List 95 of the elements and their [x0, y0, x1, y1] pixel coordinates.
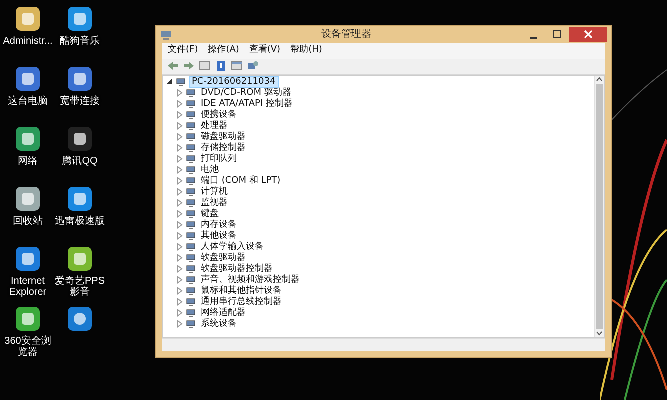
device-icon — [186, 254, 196, 262]
scan-hardware-icon[interactable] — [247, 60, 259, 72]
tree-item[interactable]: 软盘驱动器 — [199, 253, 248, 263]
desktop-icon-label: 网络 — [18, 156, 38, 167]
desktop-icon-label: Internet Explorer — [8, 276, 48, 298]
desktop-icon-label: 爱奇艺PPS 影音 — [54, 276, 106, 298]
collapsed-arrow-icon[interactable] — [176, 166, 183, 174]
device-icon — [186, 276, 196, 284]
device-icon — [186, 166, 196, 174]
collapsed-arrow-icon[interactable] — [176, 287, 183, 295]
device-icon — [186, 122, 196, 130]
device-icon — [186, 144, 196, 152]
window-title: 设备管理器 — [320, 28, 372, 42]
collapsed-arrow-icon[interactable] — [176, 89, 183, 97]
tree-item[interactable]: IDE ATA/ATAPI 控制器 — [199, 99, 295, 109]
desktop-icon-label: 回收站 — [13, 216, 43, 227]
tree-item[interactable]: 电池 — [199, 165, 221, 175]
close-icon — [584, 30, 592, 39]
device-icon — [186, 100, 196, 108]
help-icon[interactable] — [215, 60, 227, 72]
device-icon — [186, 286, 196, 296]
device-icon — [186, 176, 196, 186]
properties-icon[interactable] — [199, 60, 211, 72]
desktop-icon-label: 酷狗音乐 — [60, 36, 100, 47]
device-icon — [186, 242, 196, 252]
collapsed-arrow-icon[interactable] — [176, 243, 183, 251]
tree-item[interactable]: 监视器 — [199, 198, 230, 208]
back-arrow-icon[interactable] — [167, 60, 179, 72]
tree-item[interactable]: 人体学输入设备 — [199, 242, 266, 252]
tree-item[interactable]: 打印队列 — [199, 154, 239, 164]
device-icon — [186, 188, 196, 196]
collapsed-arrow-icon[interactable] — [176, 122, 183, 130]
device-icon — [186, 198, 196, 208]
tree-item[interactable]: 软盘驱动器控制器 — [199, 264, 275, 274]
menu-item[interactable]: 帮助(H) — [290, 44, 322, 58]
device-icon — [186, 88, 196, 98]
tree-item[interactable]: 存储控制器 — [199, 143, 248, 153]
window-icon[interactable] — [231, 60, 243, 72]
device-icon — [186, 308, 196, 318]
collapsed-arrow-icon[interactable] — [176, 298, 183, 306]
tree-item[interactable]: 鼠标和其他指针设备 — [199, 286, 284, 296]
tree-item[interactable]: 便携设备 — [199, 110, 239, 120]
menu-item[interactable]: 操作(A) — [208, 44, 240, 58]
tree-item[interactable]: 计算机 — [199, 187, 230, 197]
collapsed-arrow-icon[interactable] — [176, 155, 183, 163]
device-icon — [186, 298, 196, 306]
tree-item[interactable]: 通用串行总线控制器 — [199, 297, 284, 307]
device-icon — [186, 320, 196, 328]
collapsed-arrow-icon[interactable] — [176, 177, 183, 185]
device-icon — [186, 220, 196, 230]
tree-item[interactable]: 磁盘驱动器 — [199, 132, 248, 142]
tree-item[interactable]: 其他设备 — [199, 231, 239, 241]
collapsed-arrow-icon[interactable] — [176, 100, 183, 108]
collapsed-arrow-icon[interactable] — [176, 199, 183, 207]
collapsed-arrow-icon[interactable] — [176, 320, 183, 328]
tree-item[interactable]: PC-201606211034 — [189, 76, 279, 88]
maximize-icon — [552, 30, 562, 39]
collapsed-arrow-icon[interactable] — [176, 309, 183, 317]
collapsed-arrow-icon[interactable] — [176, 254, 183, 262]
tree-item[interactable]: 系统设备 — [199, 319, 239, 329]
scrollbar[interactable] — [594, 76, 604, 337]
desktop-icon-label: 腾讯QQ — [62, 156, 98, 167]
desktop-icon-label: 这台电脑 — [8, 96, 48, 107]
tree-item[interactable]: 端口 (COM 和 LPT) — [199, 176, 283, 186]
tree-item[interactable]: 网络适配器 — [199, 308, 248, 318]
collapsed-arrow-icon[interactable] — [176, 133, 183, 141]
collapsed-arrow-icon[interactable] — [176, 144, 183, 152]
desktop-icon-label: Administr... — [3, 36, 53, 47]
device-icon — [186, 210, 196, 218]
tree-item[interactable]: 键盘 — [199, 209, 221, 219]
tree-item[interactable]: 处理器 — [199, 121, 230, 131]
collapsed-arrow-icon[interactable] — [176, 221, 183, 229]
forward-arrow-icon[interactable] — [183, 60, 195, 72]
collapsed-arrow-icon[interactable] — [176, 210, 183, 218]
collapsed-arrow-icon[interactable] — [176, 111, 183, 119]
collapsed-arrow-icon[interactable] — [176, 188, 183, 196]
minimize-icon — [530, 36, 536, 38]
collapsed-arrow-icon[interactable] — [176, 265, 183, 273]
expanded-arrow-icon[interactable] — [166, 78, 173, 86]
device-icon — [186, 110, 196, 120]
desktop-icon-label: 迅雷极速版 — [55, 216, 105, 227]
collapsed-arrow-icon[interactable] — [176, 232, 183, 240]
close-button[interactable] — [569, 27, 607, 42]
device-icon — [186, 264, 196, 274]
menu-item[interactable]: 查看(V) — [249, 44, 281, 58]
tree-item[interactable]: DVD/CD-ROM 驱动器 — [199, 88, 294, 98]
device-icon — [186, 232, 196, 240]
device-icon — [186, 132, 196, 142]
collapsed-arrow-icon[interactable] — [176, 276, 183, 284]
desktop-icon-label: 360安全浏览器 — [4, 336, 52, 358]
device-icon — [186, 154, 196, 164]
desktop-icon-label: 宽带连接 — [60, 96, 100, 107]
tree-item[interactable]: 声音、视频和游戏控制器 — [199, 275, 302, 285]
tree-item[interactable]: 内存设备 — [199, 220, 239, 230]
menu-item[interactable]: 文件(F) — [168, 44, 198, 58]
